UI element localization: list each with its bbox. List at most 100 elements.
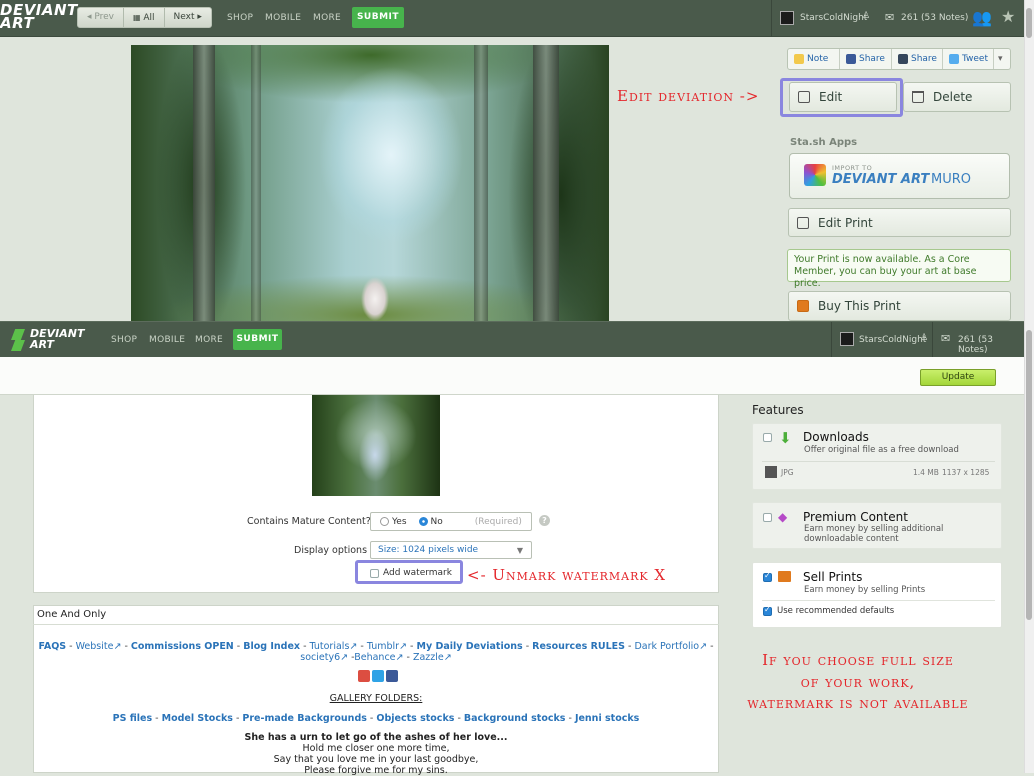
daily-deviations-link[interactable]: My Daily Deviations bbox=[416, 641, 522, 652]
mature-no-option[interactable]: No bbox=[418, 516, 443, 527]
trash-icon bbox=[912, 91, 924, 103]
recommended-defaults-label: Use recommended defaults bbox=[777, 606, 895, 616]
sell-prints-label: Sell Prints bbox=[803, 570, 863, 584]
tree-trunk bbox=[533, 45, 559, 321]
tumblr-share-button[interactable]: Share bbox=[892, 49, 943, 69]
mail-icon[interactable]: ✉ bbox=[941, 332, 950, 345]
buy-print-button[interactable]: Buy This Print bbox=[788, 291, 1011, 321]
watchers-icon[interactable]: 👥 bbox=[972, 8, 992, 27]
model-stocks-link[interactable]: Model Stocks bbox=[162, 713, 233, 724]
sell-prints-checkbox[interactable] bbox=[763, 571, 772, 582]
notes-count[interactable]: 261 (53 Notes) bbox=[901, 13, 968, 23]
premade-backgrounds-link[interactable]: Pre-made Backgrounds bbox=[242, 713, 367, 724]
notes-count[interactable]: 261 (53 Notes) bbox=[958, 335, 1024, 355]
resources-link[interactable]: Resources RULES bbox=[532, 641, 625, 652]
avatar[interactable] bbox=[840, 332, 854, 346]
nav-mobile[interactable]: MOBILE bbox=[149, 335, 185, 345]
star-icon[interactable]: ★ bbox=[1001, 7, 1015, 26]
all-button[interactable]: ▦ All bbox=[124, 8, 165, 27]
unmark-watermark-annotation: <- Unmark watermark X bbox=[467, 566, 667, 584]
sticky-navbar: DEVIANT ART SHOP MOBILE MORE SUBMIT Star… bbox=[0, 321, 1024, 358]
tree-trunk bbox=[193, 45, 215, 321]
recommended-defaults-checkbox[interactable] bbox=[763, 605, 772, 616]
deviation-image[interactable] bbox=[131, 45, 609, 321]
ps-files-link[interactable]: PS files bbox=[113, 713, 153, 724]
zazzle-link[interactable]: Zazzle bbox=[413, 652, 444, 663]
submit-button[interactable]: SUBMIT bbox=[352, 7, 404, 28]
yes-label: Yes bbox=[392, 516, 407, 527]
mature-yes-option[interactable]: Yes bbox=[380, 517, 407, 527]
tumblr-label: Share bbox=[911, 54, 937, 64]
avatar[interactable] bbox=[780, 11, 794, 25]
tumblr-link[interactable]: Tumblr bbox=[367, 641, 399, 652]
radio-no[interactable] bbox=[418, 517, 428, 526]
girl-figure bbox=[359, 273, 391, 321]
scrollbar-thumb[interactable] bbox=[1026, 8, 1032, 38]
society6-link[interactable]: society6 bbox=[300, 652, 340, 663]
mail-icon[interactable]: ✉ bbox=[885, 11, 894, 24]
premium-checkbox[interactable] bbox=[763, 513, 772, 522]
nav-more[interactable]: MORE bbox=[195, 335, 223, 345]
muro-small-text: IMPORT TO bbox=[832, 164, 873, 172]
update-button[interactable]: Update bbox=[920, 369, 996, 386]
muro-suffix: MURO bbox=[931, 172, 971, 187]
next-button[interactable]: Next ▸ bbox=[165, 8, 211, 27]
faqs-link[interactable]: FAQS bbox=[38, 641, 66, 652]
background-stocks-link[interactable]: Background stocks bbox=[464, 713, 566, 724]
google-plus-icon[interactable] bbox=[358, 670, 370, 682]
import-to-muro-button[interactable]: IMPORT TO DEVIANT ART MURO bbox=[789, 153, 1010, 199]
nav-shop[interactable]: SHOP bbox=[111, 335, 137, 345]
facebook-icon bbox=[846, 54, 856, 64]
nav-shop[interactable]: SHOP bbox=[227, 13, 253, 23]
external-link-icon: ↗ bbox=[399, 641, 408, 652]
downloads-description: Offer original file as a free download bbox=[804, 445, 959, 455]
tutorials-link[interactable]: Tutorials bbox=[310, 641, 350, 652]
shopping-bag-icon bbox=[778, 571, 791, 582]
website-link[interactable]: Website bbox=[76, 641, 114, 652]
prev-button[interactable]: ◂ Prev bbox=[78, 8, 125, 27]
sell-prints-description: Earn money by selling Prints bbox=[804, 585, 926, 595]
mature-content-field: Yes No (Required) bbox=[370, 512, 532, 531]
delete-button[interactable]: Delete bbox=[903, 82, 1011, 112]
no-label: No bbox=[430, 516, 443, 527]
annotation-line: If you choose full size bbox=[762, 651, 954, 669]
help-icon[interactable]: ? bbox=[539, 515, 550, 526]
poem-line: Please forgive me for my sins. bbox=[304, 765, 448, 776]
scrollbar-top[interactable] bbox=[1024, 0, 1034, 321]
commissions-link[interactable]: Commissions OPEN bbox=[131, 641, 234, 652]
deviation-title[interactable]: One And Only bbox=[33, 605, 719, 625]
deviantart-logo[interactable]: DEVIANT ART bbox=[0, 3, 77, 31]
file-thumbnail bbox=[765, 466, 777, 478]
deviantart-logo-text[interactable]: DEVIANT ART bbox=[30, 328, 84, 350]
links-line-2: society6↗ -Behance↗ - Zazzle↗ bbox=[300, 652, 452, 663]
behance-link[interactable]: Behance bbox=[354, 652, 395, 663]
deviation-thumbnail bbox=[312, 395, 440, 496]
file-type: JPG bbox=[781, 468, 794, 477]
facebook-share-button[interactable]: Share bbox=[840, 49, 892, 69]
scrollbar-thumb[interactable] bbox=[1026, 330, 1032, 620]
jenni-stocks-link[interactable]: Jenni stocks bbox=[575, 713, 639, 724]
radio-yes[interactable] bbox=[380, 517, 389, 526]
twitter-icon[interactable] bbox=[372, 670, 384, 682]
downloads-checkbox[interactable] bbox=[763, 433, 772, 442]
display-size-select[interactable]: Size: 1024 pixels wide ▼ bbox=[370, 541, 532, 559]
facebook-icon[interactable] bbox=[386, 670, 398, 682]
deviantart-logo-icon[interactable] bbox=[11, 329, 25, 351]
blog-link[interactable]: Blog Index bbox=[243, 641, 300, 652]
share-more-dropdown[interactable]: ▾ bbox=[994, 49, 1010, 69]
file-size: 1.4 MB bbox=[913, 468, 939, 477]
username[interactable]: StarsColdNight bbox=[800, 13, 867, 23]
nav-divider bbox=[932, 322, 933, 358]
nav-mobile[interactable]: MOBILE bbox=[265, 13, 301, 23]
nav-divider bbox=[831, 322, 832, 358]
tweet-button[interactable]: Tweet bbox=[943, 49, 994, 69]
nav-more[interactable]: MORE bbox=[313, 13, 341, 23]
print-available-note: Your Print is now available. As a Core M… bbox=[787, 249, 1011, 289]
display-options-label: Display options bbox=[294, 545, 368, 556]
dark-portfolio-link[interactable]: Dark Portfolio bbox=[634, 641, 699, 652]
objects-stocks-link[interactable]: Objects stocks bbox=[376, 713, 454, 724]
username[interactable]: StarsColdNight bbox=[859, 335, 926, 345]
edit-print-button[interactable]: Edit Print bbox=[788, 208, 1011, 237]
note-button[interactable]: Note bbox=[788, 49, 840, 69]
submit-button[interactable]: SUBMIT bbox=[233, 329, 282, 350]
